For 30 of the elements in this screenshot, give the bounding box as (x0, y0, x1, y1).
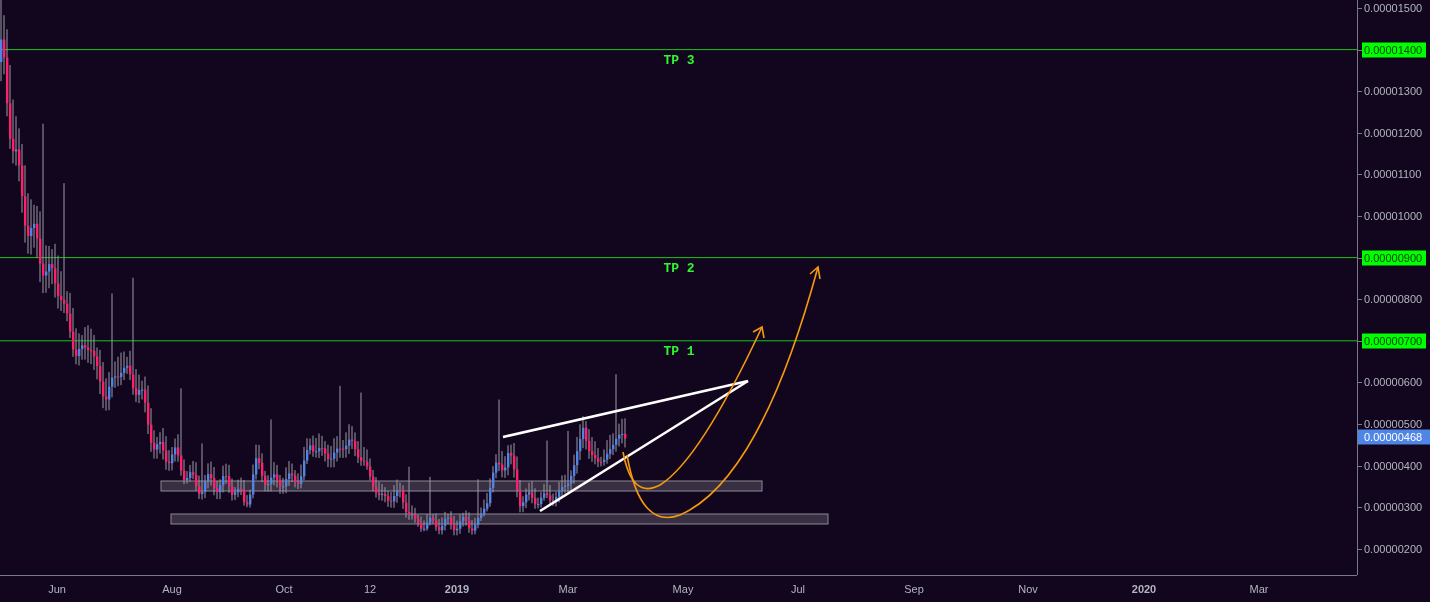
price-label: 0.00000800 (1363, 291, 1424, 307)
date-label: Nov (1018, 583, 1038, 595)
price-label: 0.00001200 (1363, 125, 1424, 141)
date-label: Sep (904, 583, 924, 595)
target-label: TP 3 (663, 52, 695, 68)
date-label: Jun (48, 583, 66, 595)
price-label: 0.00001300 (1363, 83, 1424, 99)
price-label: 0.00001400 (1362, 42, 1427, 58)
price-label: 0.00000600 (1363, 374, 1424, 390)
price-label: 0.00000300 (1363, 499, 1424, 515)
target-label: TP 1 (663, 343, 695, 359)
price-label: 0.00000200 (1363, 541, 1424, 557)
date-label: Oct (275, 583, 293, 595)
current-price-label: 0.00000468 (1358, 429, 1430, 445)
date-label: May (672, 583, 694, 595)
date-label: Mar (558, 583, 578, 595)
date-label: Jul (790, 583, 806, 595)
price-label: 0.00000700 (1362, 333, 1427, 349)
date-label: 2020 (1131, 583, 1157, 595)
price-label: 0.00001100 (1363, 166, 1423, 182)
price-label: 0.00000900 (1362, 250, 1427, 266)
price-label: 0.00001000 (1363, 208, 1424, 224)
date-label: 12 (363, 583, 377, 595)
price-label: 0.00000500 (1363, 416, 1424, 432)
target-label: TP 2 (663, 260, 695, 276)
date-label: Mar (1249, 583, 1269, 595)
price-label: 0.00000400 (1363, 458, 1424, 474)
date-label: 2019 (444, 583, 470, 595)
date-label: Aug (162, 583, 182, 595)
price-label: 0.00001500 (1363, 0, 1424, 16)
